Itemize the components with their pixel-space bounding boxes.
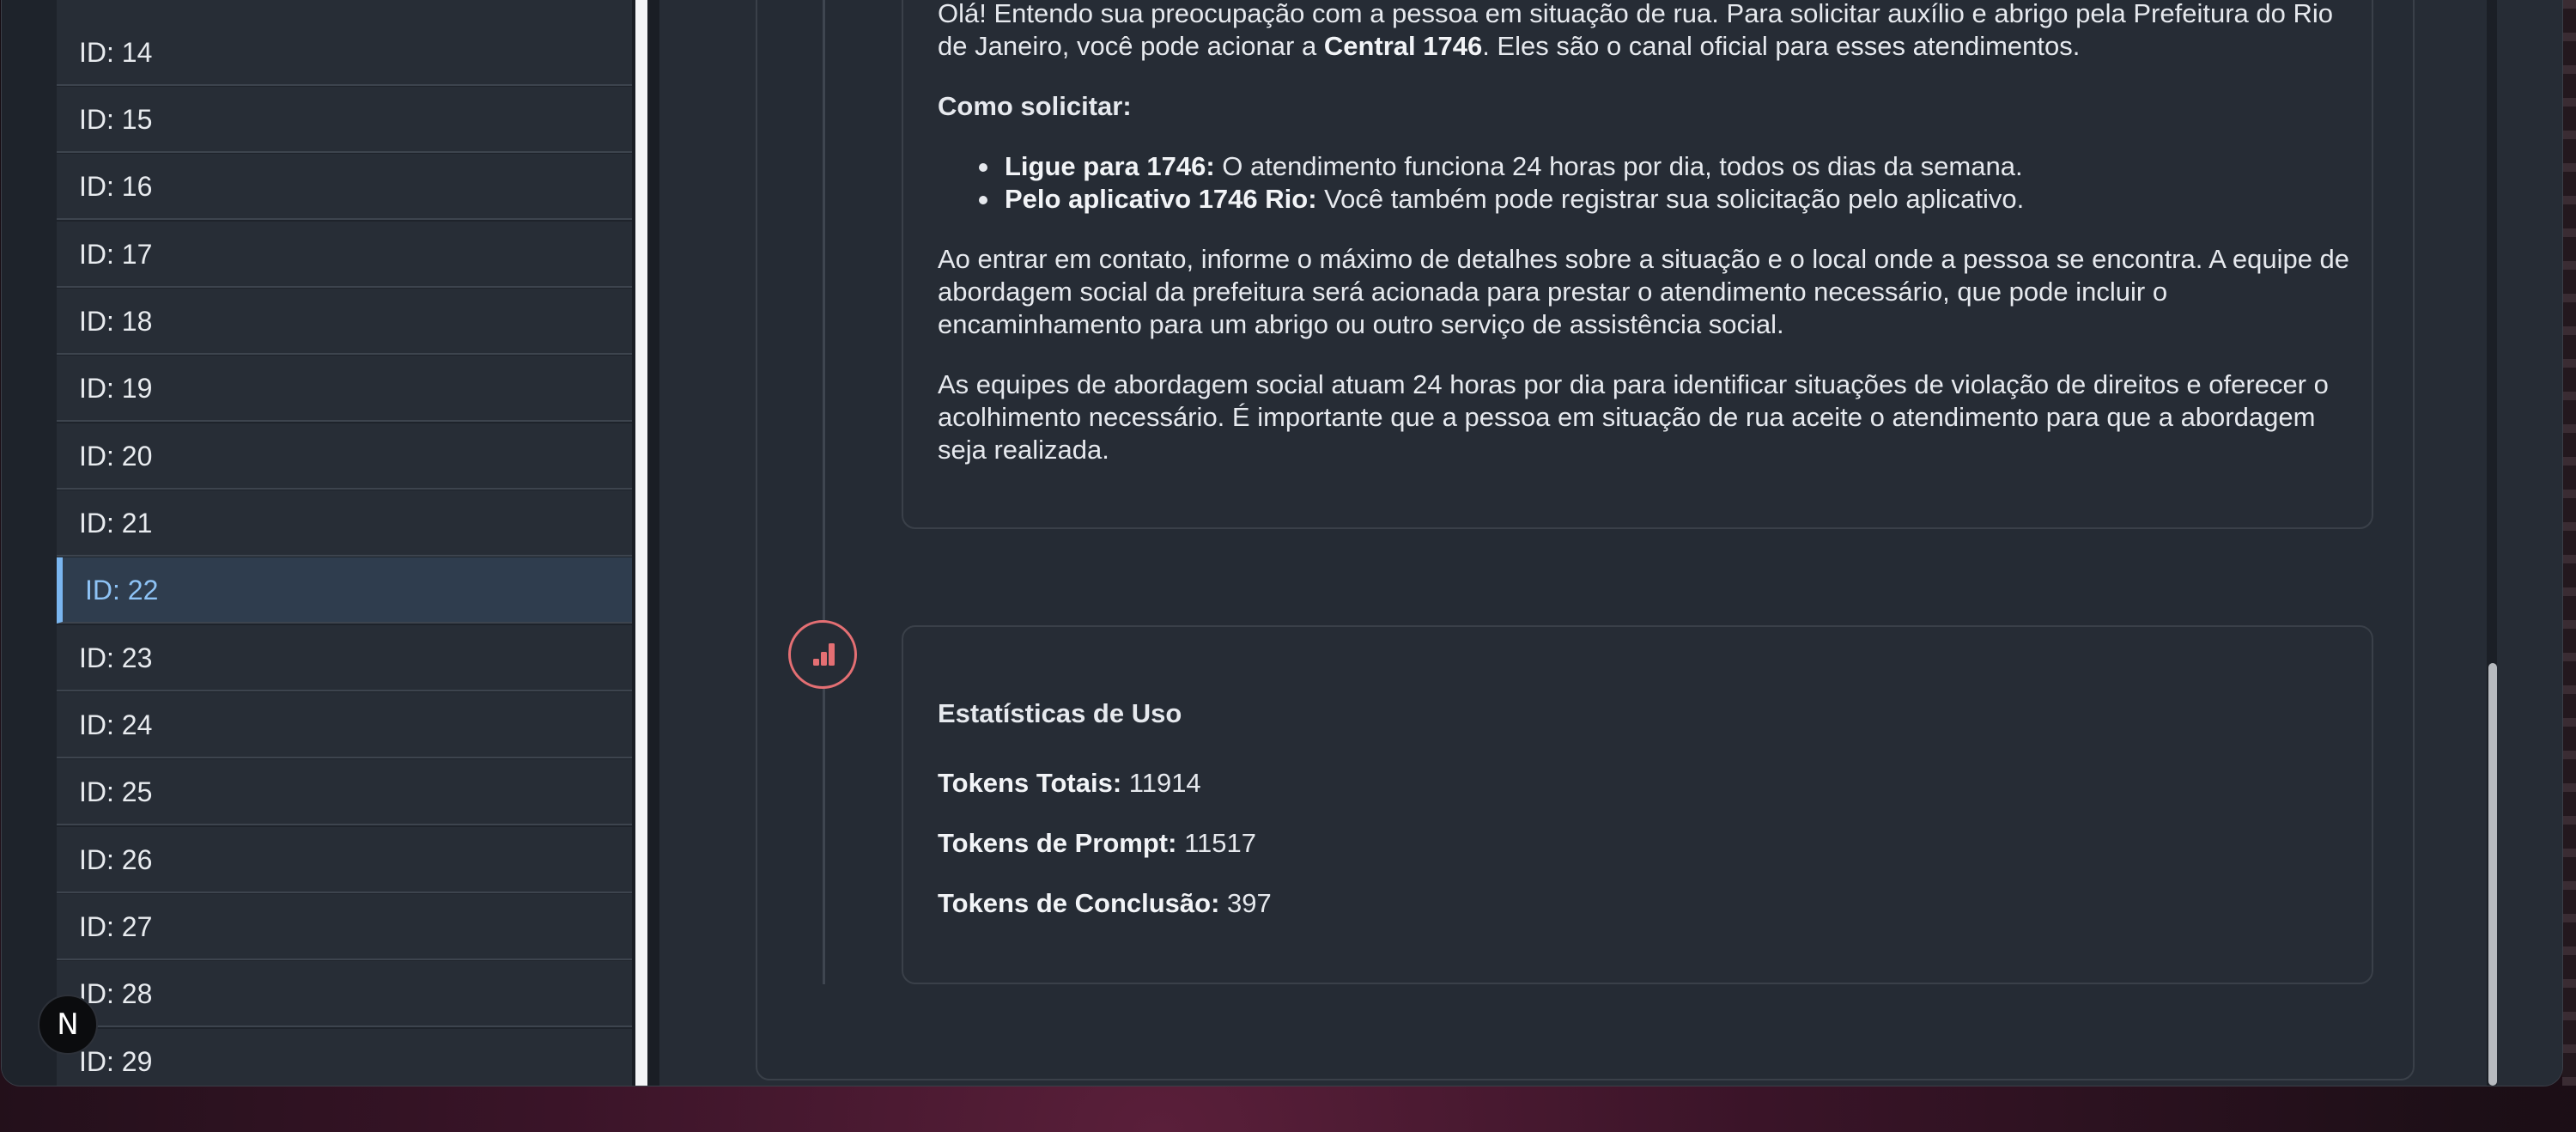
stat-label: Tokens Totais:	[938, 768, 1122, 798]
usage-stats-card	[902, 625, 2373, 984]
sidebar-item-label: ID: 23	[79, 642, 153, 673]
list-item: Ligue para 1746: O atendimento funciona …	[974, 150, 2348, 183]
timeline-line	[823, 0, 825, 984]
message-paragraph-3: As equipes de abordagem social atuam 24 …	[938, 369, 2329, 465]
sidebar-item-22-selected[interactable]: ID: 22	[57, 557, 632, 624]
message-bullet-list: Ligue para 1746: O atendimento funciona …	[974, 150, 2348, 216]
sidebar-item-23[interactable]: ID: 23	[57, 625, 632, 691]
panel-resize-handle[interactable]	[635, 0, 647, 1086]
stat-label: Tokens de Prompt:	[938, 828, 1177, 858]
bullet-bold: Pelo aplicativo 1746 Rio:	[1005, 184, 1317, 214]
sidebar-item-label: ID: 17	[79, 239, 153, 270]
nextjs-dev-badge[interactable]: N	[38, 995, 98, 1055]
bold-text: Central 1746	[1323, 31, 1483, 61]
sidebar-item-label: ID: 16	[79, 171, 153, 202]
list-item: Pelo aplicativo 1746 Rio: Você também po…	[974, 183, 2348, 216]
sidebar-item-17[interactable]: ID: 17	[57, 222, 632, 288]
sidebar: ID: 14 ID: 15 ID: 16 ID: 17 ID: 18 ID: 1…	[2, 0, 632, 1086]
sidebar-item-18[interactable]: ID: 18	[57, 289, 632, 355]
sidebar-item-25[interactable]: ID: 25	[57, 759, 632, 825]
message-heading: Como solicitar:	[938, 91, 1132, 121]
sidebar-item-24[interactable]: ID: 24	[57, 692, 632, 758]
app-window: ID: 14 ID: 15 ID: 16 ID: 17 ID: 18 ID: 1…	[2, 0, 2562, 1086]
sidebar-item-label: ID: 26	[79, 844, 153, 875]
stats-title: Estatísticas de Uso	[938, 698, 1182, 728]
scrollbar-thumb[interactable]	[2488, 663, 2497, 1086]
sidebar-item-label: ID: 21	[79, 508, 153, 539]
right-margin	[2497, 0, 2562, 1086]
bar-chart-icon	[788, 620, 857, 689]
sidebar-item-16[interactable]: ID: 16	[57, 154, 632, 220]
sidebar-item-label: ID: 27	[79, 911, 153, 942]
bullet-text: O atendimento funciona 24 horas por dia,…	[1214, 151, 2023, 181]
sidebar-item-label: ID: 22	[85, 575, 159, 606]
sidebar-item-19[interactable]: ID: 19	[57, 356, 632, 422]
sidebar-item-15[interactable]: ID: 15	[57, 87, 632, 153]
sidebar-item-26[interactable]: ID: 26	[57, 827, 632, 893]
sidebar-item-label: ID: 18	[79, 306, 153, 337]
stat-value: 397	[1219, 888, 1272, 918]
sidebar-item-20[interactable]: ID: 20	[57, 423, 632, 490]
message-paragraph-1: Olá! Entendo sua preocupação com a pesso…	[938, 0, 2363, 63]
message-paragraph-2: Ao entrar em contato, informe o máximo d…	[938, 244, 2350, 339]
sidebar-item-label: ID: 24	[79, 709, 153, 740]
conversation-panel: Olá! Entendo sua preocupação com a pesso…	[659, 0, 2487, 1086]
sidebar-item-28[interactable]: ID: 28	[57, 961, 632, 1027]
background-terminal-strip	[2562, 0, 2576, 1086]
sidebar-item-label: ID: 20	[79, 441, 153, 472]
stat-completion-tokens: Tokens de Conclusão: 397	[938, 888, 1272, 919]
stat-label: Tokens de Conclusão:	[938, 888, 1220, 918]
stat-prompt-tokens: Tokens de Prompt: 11517	[938, 828, 1256, 859]
sidebar-item-label: ID: 15	[79, 104, 153, 135]
bullet-bold: Ligue para 1746:	[1005, 151, 1215, 181]
sidebar-item-label: ID: 25	[79, 776, 153, 807]
sidebar-item-27[interactable]: ID: 27	[57, 894, 632, 960]
sidebar-item-label: ID: 14	[79, 37, 153, 68]
bullet-text: Você também pode registrar sua solicitaç…	[1316, 184, 2025, 214]
stat-total-tokens: Tokens Totais: 11914	[938, 768, 1201, 799]
sidebar-item-29[interactable]: ID: 29	[57, 1029, 632, 1086]
stat-value: 11517	[1176, 828, 1256, 858]
sidebar-item-14[interactable]: ID: 14	[57, 20, 632, 86]
splitter-shadow	[647, 0, 659, 1086]
sidebar-item-21[interactable]: ID: 21	[57, 490, 632, 557]
stat-value: 11914	[1121, 768, 1201, 798]
paragraph-text: . Eles são o canal oficial para esses at…	[1482, 31, 2081, 61]
sidebar-item-label: ID: 19	[79, 373, 153, 404]
